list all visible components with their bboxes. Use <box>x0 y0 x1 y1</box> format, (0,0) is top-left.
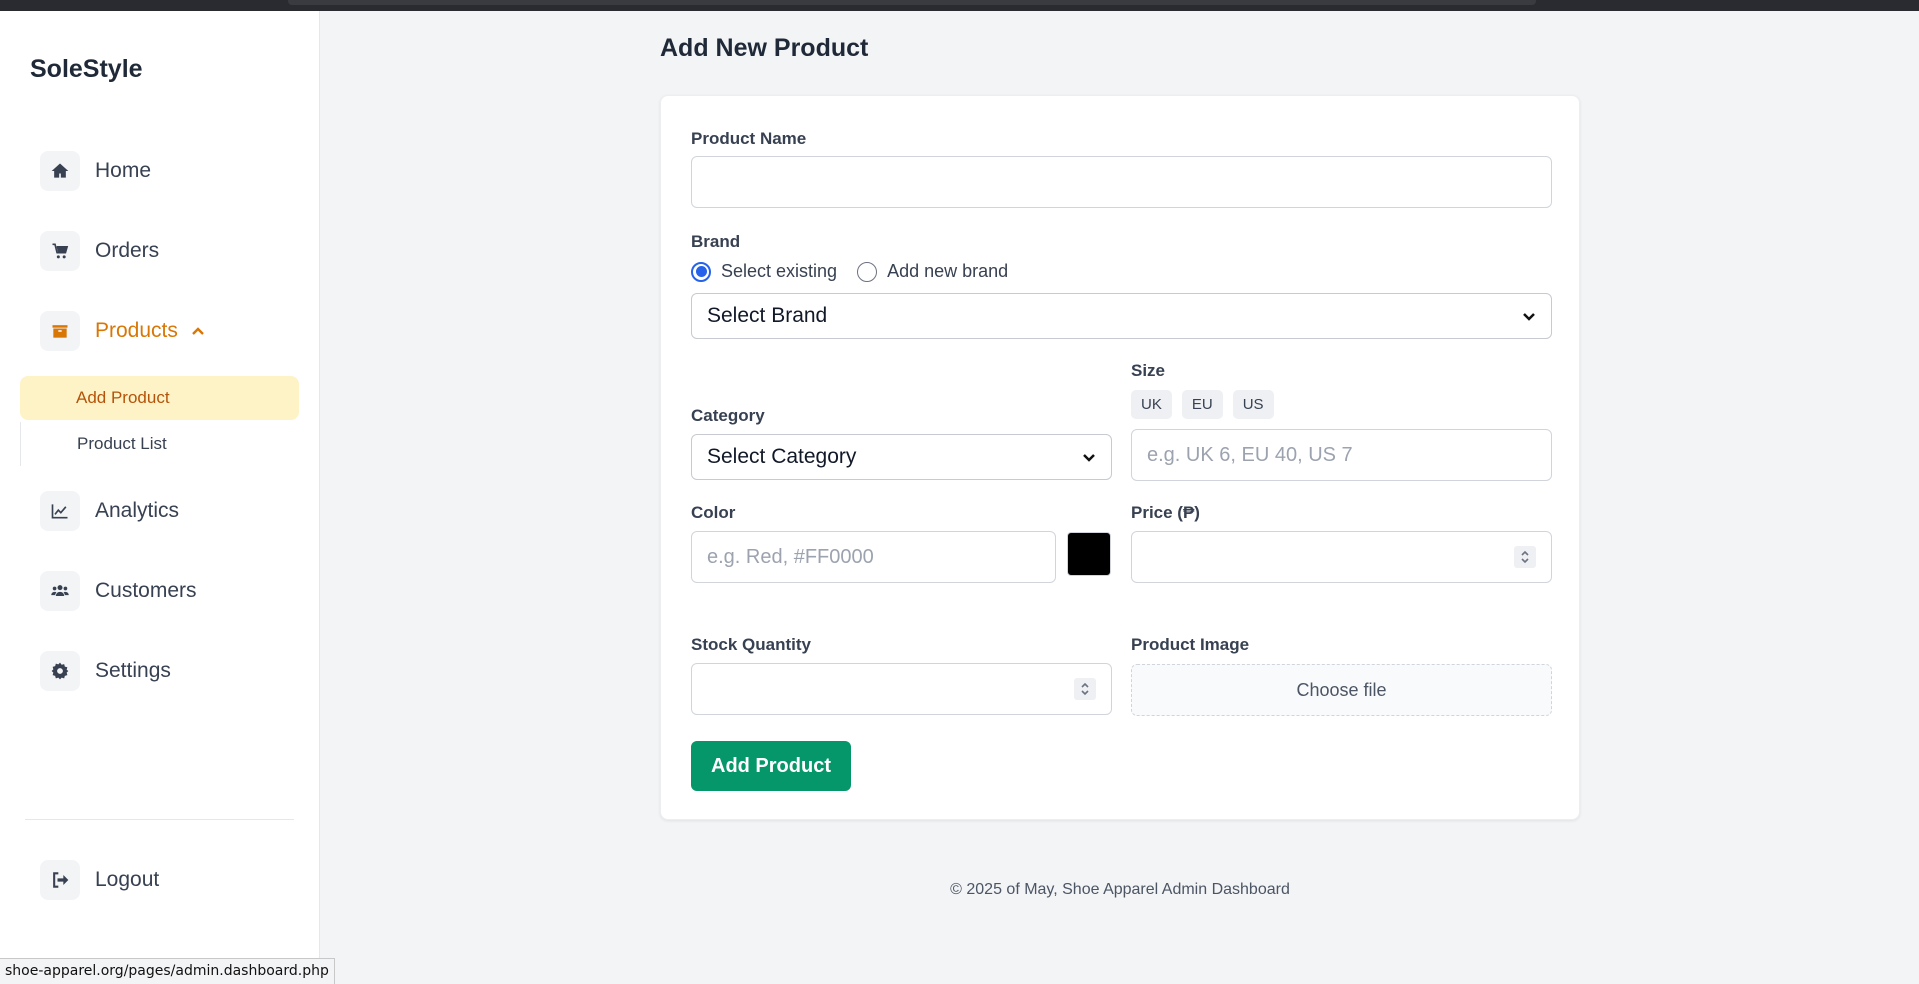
price-stepper-icon[interactable] <box>1514 546 1536 568</box>
chevron-down-icon <box>1523 313 1535 321</box>
size-tag-uk[interactable]: UK <box>1131 390 1172 419</box>
sidebar-item-orders[interactable]: Orders <box>40 231 159 271</box>
sidebar-item-settings[interactable]: Settings <box>40 651 171 691</box>
sidebar: SoleStyle Home Orders Products Add Produ… <box>0 11 320 984</box>
stock-quantity-input[interactable] <box>691 663 1112 715</box>
sidebar-divider <box>25 819 294 820</box>
sidebar-item-label: Orders <box>95 239 160 262</box>
color-swatch-picker[interactable] <box>1067 532 1111 576</box>
size-tag-us[interactable]: US <box>1232 390 1274 419</box>
sidebar-item-label: Customers <box>95 579 197 602</box>
radio-select-existing[interactable] <box>691 261 711 282</box>
browser-tab-strip <box>288 0 1536 5</box>
logout-button[interactable]: Logout <box>40 860 159 900</box>
browser-status-url: shoe-apparel.org/pages/admin.dashboard.p… <box>0 958 335 984</box>
brand-select-value: Select Brand <box>707 304 828 327</box>
sidebar-item-products[interactable]: Products <box>40 311 206 351</box>
add-product-form: Product Name Brand Select existing Add n… <box>660 95 1580 820</box>
chevron-up-icon[interactable] <box>190 323 206 339</box>
sign-out-icon <box>40 860 80 900</box>
sidebar-item-label: Products <box>95 319 178 342</box>
sidebar-item-home[interactable]: Home <box>40 151 151 191</box>
size-label: Size <box>1131 361 1166 380</box>
size-input[interactable]: e.g. UK 6, EU 40, US 7 <box>1131 429 1552 481</box>
brand-logo: SoleStyle <box>30 55 143 83</box>
sidebar-subitem-add-product[interactable]: Add Product <box>20 376 299 420</box>
sidebar-subitem-product-list[interactable]: Product List <box>20 422 299 466</box>
users-icon <box>40 571 80 611</box>
chevron-down-icon <box>1083 454 1095 462</box>
brand-label: Brand <box>691 232 741 251</box>
product-image-label: Product Image <box>1131 635 1250 654</box>
size-tag-eu[interactable]: EU <box>1181 390 1223 419</box>
product-image-file-input[interactable]: Choose file <box>1131 664 1552 716</box>
stock-quantity-label: Stock Quantity <box>691 635 811 654</box>
gear-icon <box>40 651 80 691</box>
brand-mode-radios: Select existing Add new brand <box>691 261 1028 282</box>
product-name-input[interactable] <box>691 156 1552 208</box>
cart-icon <box>40 231 80 271</box>
color-input[interactable]: e.g. Red, #FF0000 <box>691 531 1056 583</box>
price-label: Price (₱) <box>1131 503 1200 522</box>
size-system-tags: UK EU US <box>1131 390 1274 419</box>
sidebar-item-analytics[interactable]: Analytics <box>40 491 179 531</box>
add-product-button[interactable]: Add Product <box>691 741 851 791</box>
price-input[interactable] <box>1131 531 1552 583</box>
box-icon <box>40 311 80 351</box>
chart-line-icon <box>40 491 80 531</box>
radio-select-existing-label: Select existing <box>721 261 838 281</box>
home-icon <box>40 151 80 191</box>
sidebar-item-label: Analytics <box>95 499 180 522</box>
footer-copyright: © 2025 of May, Shoe Apparel Admin Dashbo… <box>950 881 1290 898</box>
product-name-label: Product Name <box>691 129 807 148</box>
page-title: Add New Product <box>660 34 869 62</box>
sidebar-item-customers[interactable]: Customers <box>40 571 197 611</box>
brand-select[interactable]: Select Brand <box>691 293 1552 339</box>
radio-add-new-brand[interactable] <box>857 261 878 282</box>
category-label: Category <box>691 406 765 425</box>
category-select-value: Select Category <box>707 445 857 468</box>
logout-label: Logout <box>95 868 160 891</box>
sidebar-item-label: Home <box>95 159 152 182</box>
color-label: Color <box>691 503 736 522</box>
stock-stepper-icon[interactable] <box>1074 678 1096 700</box>
radio-add-new-brand-label: Add new brand <box>887 261 1009 281</box>
sidebar-item-label: Settings <box>95 659 171 682</box>
category-select[interactable]: Select Category <box>691 434 1112 480</box>
browser-top-bar <box>0 0 1919 11</box>
